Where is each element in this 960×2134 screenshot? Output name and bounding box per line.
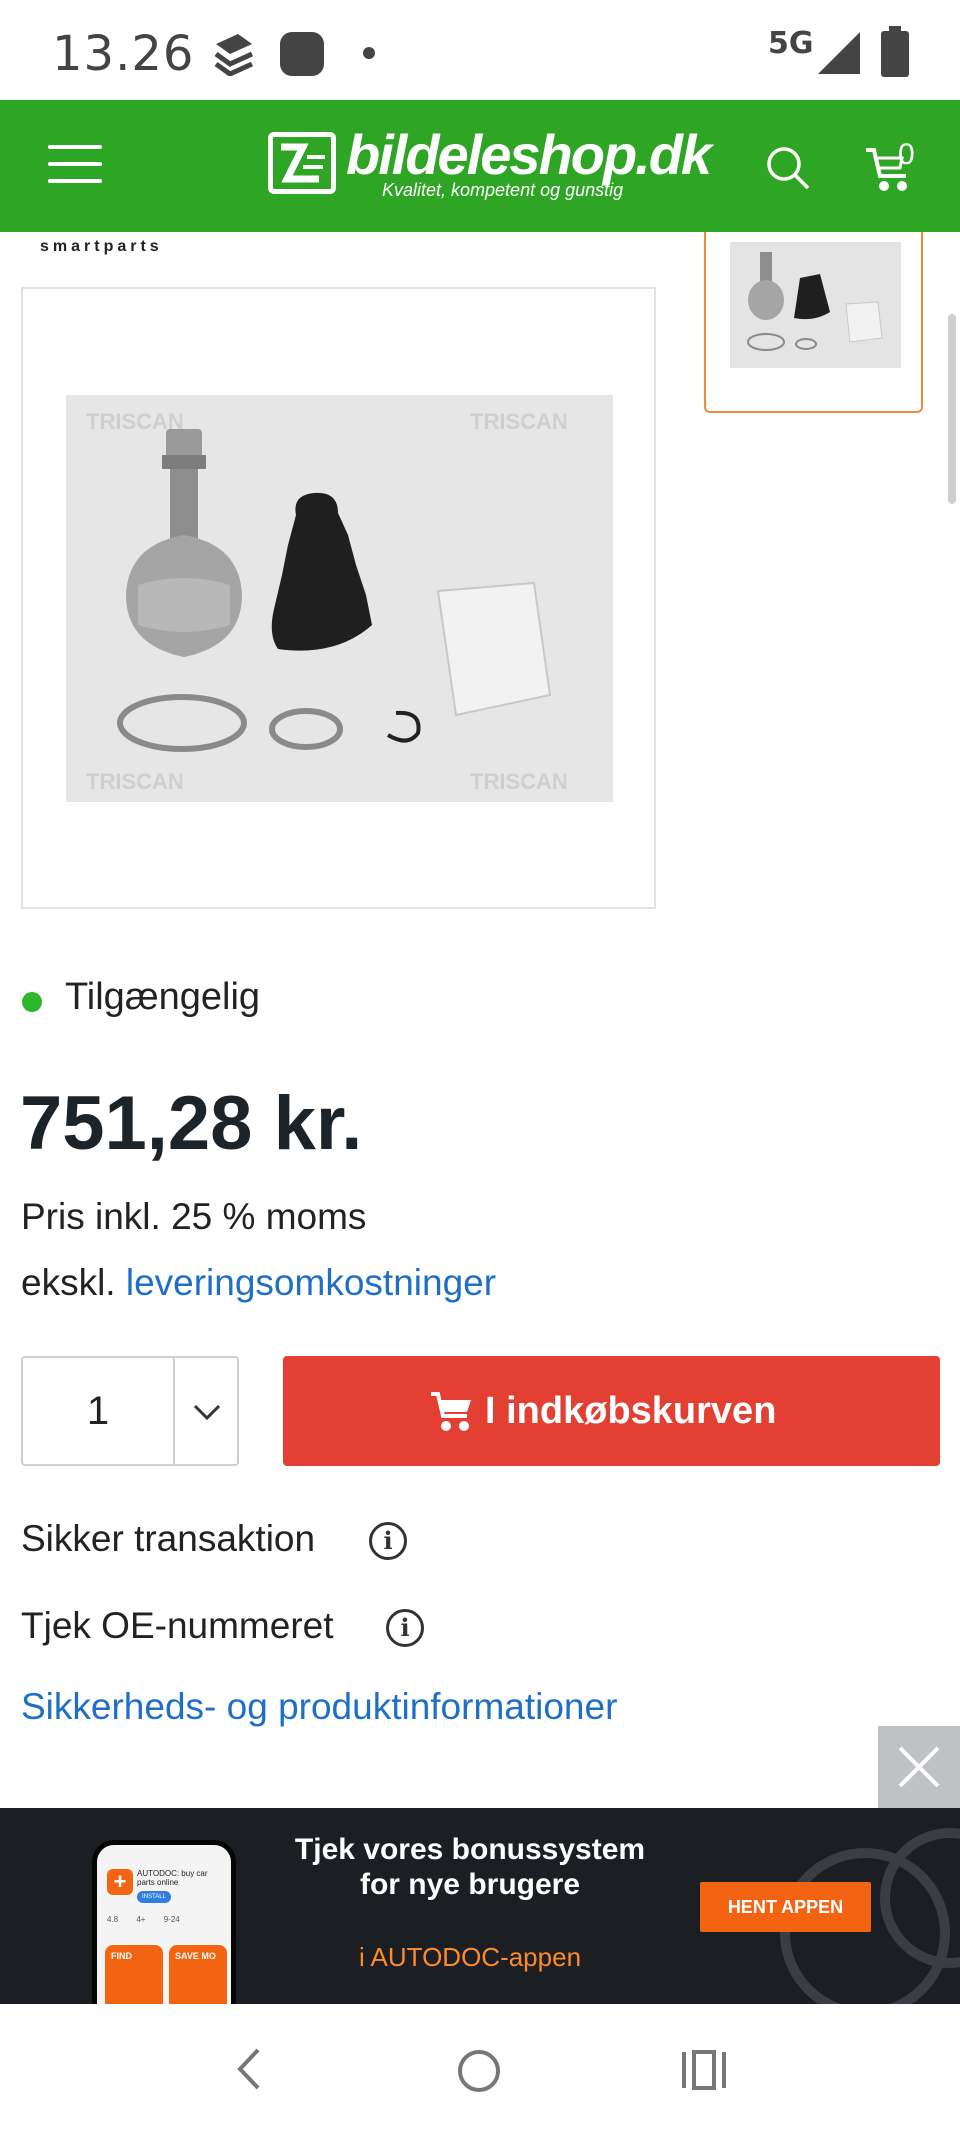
phone-install-label: INSTALL xyxy=(137,1891,171,1903)
product-price: 751,28 kr. xyxy=(20,1081,363,1166)
phone-stat: 9-24 xyxy=(163,1915,180,1924)
system-navigation-bar xyxy=(0,2004,960,2134)
quantity-select[interactable]: 1 xyxy=(21,1356,239,1466)
thumbnail-photo xyxy=(730,242,901,368)
watermark-text: TRISCAN xyxy=(86,769,184,794)
shipping-prefix: ekskl. xyxy=(21,1262,116,1303)
back-icon[interactable] xyxy=(234,2046,264,2092)
quantity-value: 1 xyxy=(86,1389,110,1433)
status-bar: 13.26 5G xyxy=(0,0,960,100)
product-photo: TRISCAN TRISCAN TRISCAN TRISCAN xyxy=(66,395,613,802)
menu-button[interactable] xyxy=(48,145,102,185)
status-time: 13.26 xyxy=(52,26,195,82)
home-icon[interactable] xyxy=(456,2048,502,2094)
close-icon xyxy=(898,1746,940,1788)
autodoc-app-icon: + xyxy=(107,1869,133,1895)
product-thumbnail-selected[interactable] xyxy=(704,232,923,413)
ad-subtitle: i AUTODOC-appen xyxy=(358,1942,582,1972)
network-type: 5G xyxy=(768,26,814,61)
chevron-down-icon xyxy=(193,1404,221,1421)
more-notifications-dot-icon xyxy=(363,47,375,59)
add-to-cart-label: I indkøbskurven xyxy=(485,1390,777,1432)
watermark-text: TRISCAN xyxy=(470,409,568,434)
site-header: bildeleshop.dk Kvalitet, kompetent og gu… xyxy=(0,100,960,232)
logo-mark-icon xyxy=(268,132,336,194)
logo-tagline: Kvalitet, kompetent og gunstig xyxy=(382,180,624,200)
search-icon[interactable] xyxy=(764,144,812,192)
site-logo[interactable]: bildeleshop.dk Kvalitet, kompetent og gu… xyxy=(268,123,712,208)
get-app-button[interactable]: HENT APPEN xyxy=(700,1882,871,1932)
phone-mockup: + AUTODOC: buy car parts online INSTALL … xyxy=(92,1840,236,2004)
app-notification-icon xyxy=(280,32,324,76)
info-icon[interactable]: i xyxy=(369,1522,407,1560)
ad-title: Tjek vores bonussystem for nye brugere xyxy=(294,1833,646,1901)
signal-icon xyxy=(818,32,860,74)
shipping-costs-link[interactable]: leveringsomkostninger xyxy=(126,1262,496,1303)
menu-bar xyxy=(48,162,102,166)
secure-transaction-label: Sikker transaktion xyxy=(21,1518,316,1559)
battery-icon xyxy=(881,26,909,77)
availability-dot-icon xyxy=(22,992,42,1012)
gallery-scrollbar[interactable] xyxy=(948,314,956,504)
logo-name: bildeleshop.dk xyxy=(346,123,712,186)
quantity-divider xyxy=(173,1358,175,1464)
cart-icon xyxy=(431,1392,471,1431)
vat-note: Pris inkl. 25 % moms xyxy=(21,1196,367,1237)
phone-tile: FIND xyxy=(105,1945,163,2004)
menu-bar xyxy=(48,179,102,183)
app-promo-banner[interactable]: + AUTODOC: buy car parts online INSTALL … xyxy=(0,1808,960,2004)
safety-product-info-link[interactable]: Sikkerheds- og produktinformationer xyxy=(21,1686,617,1728)
check-oe-number-label: Tjek OE-nummeret xyxy=(21,1605,334,1646)
watermark-text: TRISCAN xyxy=(470,769,568,794)
stack-notification-icon xyxy=(214,34,254,76)
phone-stats: 4.8 4+ 9-24 xyxy=(107,1915,227,1924)
phone-app-heading: AUTODOC: buy car parts online xyxy=(137,1869,208,1887)
phone-stat: 4+ xyxy=(136,1915,146,1924)
shipping-note: ekskl. leveringsomkostninger xyxy=(21,1262,496,1304)
menu-bar xyxy=(48,145,102,149)
brand-logo-text: smartparts xyxy=(40,238,163,255)
add-to-cart-button[interactable]: I indkøbskurven xyxy=(283,1356,940,1466)
availability-status: Tilgængelig xyxy=(65,976,261,1018)
info-icon[interactable]: i xyxy=(386,1609,424,1647)
recent-apps-icon[interactable] xyxy=(680,2050,730,2090)
product-image-frame[interactable]: TRISCAN TRISCAN TRISCAN TRISCAN xyxy=(21,287,656,909)
ad-close-button[interactable] xyxy=(878,1726,960,1808)
phone-tile: SAVE MO xyxy=(169,1945,227,2004)
phone-stat: 4.8 xyxy=(107,1915,119,1924)
cart-count-badge: 0 xyxy=(898,138,915,171)
